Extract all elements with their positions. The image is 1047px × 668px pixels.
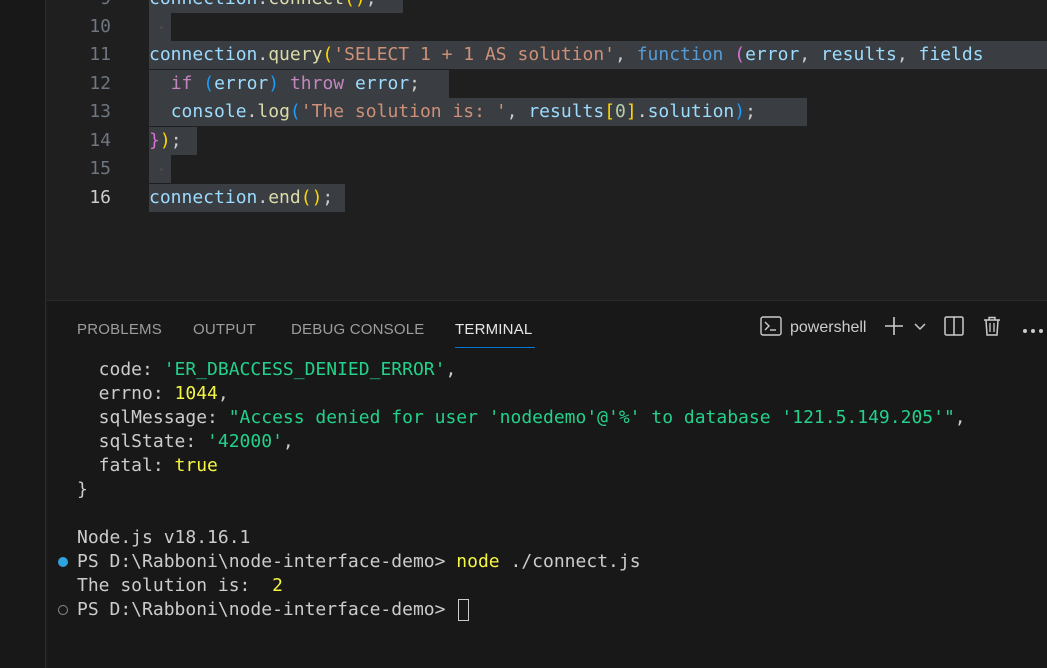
whitespace-dot (160, 168, 163, 171)
activity-bar (0, 0, 46, 668)
code-text: connection.query('SELECT 1 + 1 AS soluti… (149, 44, 984, 65)
code-line[interactable]: 11 connection.query('SELECT 1 + 1 AS solu… (47, 41, 1047, 69)
code-line[interactable]: 13 console.log('The solution is: ', resu… (47, 98, 1047, 126)
terminal-line: The solution is: 2 (77, 575, 283, 596)
line-number: 11 (89, 44, 111, 65)
terminal-line: PS D:\Rabboni\node-interface-demo> (77, 599, 457, 620)
code-text: }); (149, 130, 182, 151)
line-number: 16 (89, 187, 111, 208)
code-text: connection.connect(); (149, 0, 377, 13)
terminal-line: sqlMessage: "Access denied for user 'nod… (77, 407, 966, 428)
terminal-line: Node.js v18.16.1 (77, 527, 251, 548)
line-number: 12 (89, 73, 111, 94)
terminal-line: sqlState: '42000', (77, 431, 294, 452)
code-line[interactable]: 15 (47, 155, 1047, 183)
code-editor[interactable]: 9 connection.connect(); 10 11 connection.que… (47, 0, 1047, 300)
terminal-line: code: 'ER_DBACCESS_DENIED_ERROR', (77, 359, 457, 380)
code-line[interactable]: 14}); (47, 127, 1047, 155)
terminal-line: PS D:\Rabboni\node-interface-demo> node … (77, 551, 641, 572)
command-pending-marker[interactable] (58, 605, 68, 615)
line-number: 9 (47, 0, 111, 13)
code-text: if (error) throw error; (170, 73, 420, 94)
terminal-output[interactable]: code: 'ER_DBACCESS_DENIED_ERROR', errno:… (47, 301, 1047, 668)
terminal-cursor (458, 599, 470, 621)
line-number: 10 (89, 16, 111, 37)
terminal-line: errno: 1044, (77, 383, 229, 404)
code-line[interactable]: 12 if (error) throw error; (47, 70, 1047, 98)
line-number: 13 (89, 101, 111, 122)
code-text: connection.end(); (149, 187, 334, 208)
bottom-panel: PROBLEMS OUTPUT DEBUG CONSOLE TERMINAL p… (47, 300, 1047, 668)
line-number: 14 (89, 130, 111, 151)
code-line[interactable]: 16 connection.end(); (47, 184, 1047, 212)
whitespace-dot (160, 26, 163, 29)
line-number: 15 (89, 158, 111, 179)
command-success-marker[interactable] (58, 557, 68, 567)
code-line[interactable]: 9 connection.connect(); (47, 0, 1047, 13)
terminal-line: fatal: true (77, 455, 218, 476)
code-text: console.log('The solution is: ', results… (170, 101, 756, 122)
terminal-line: } (77, 479, 88, 500)
code-line[interactable]: 10 (47, 13, 1047, 41)
